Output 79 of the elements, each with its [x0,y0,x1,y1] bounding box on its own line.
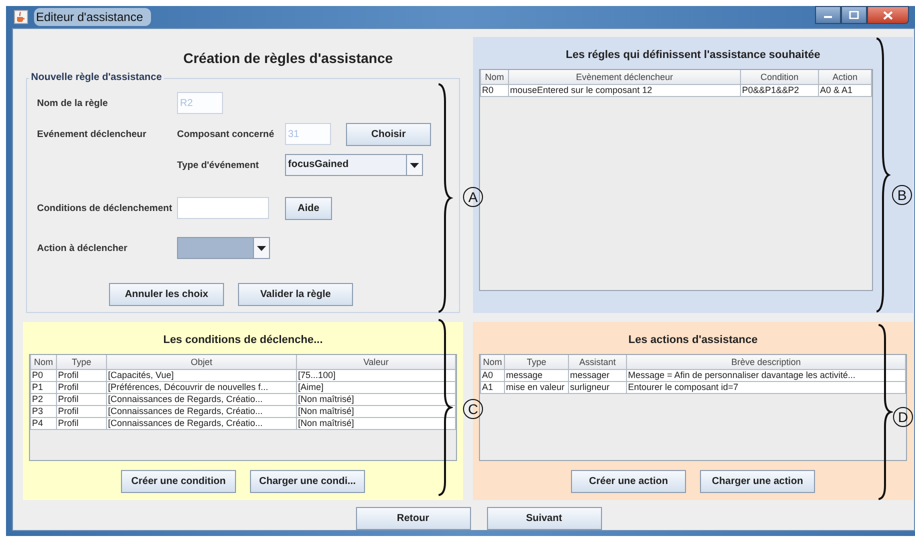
table-cell: P3 [30,406,56,418]
window-title: Editeur d'assistance [34,8,152,26]
table-cell: [Connaissances de Regards, Créatio... [106,394,296,406]
column-header[interactable]: Type [56,355,106,370]
annotation-letter: D [893,407,913,427]
load-condition-button[interactable]: Charger une condi... [250,470,365,493]
field-label: Conditions de déclenchement [37,202,174,214]
table-cell: [Non maîtrisé] [296,418,456,430]
annotation-letter: B [892,185,912,205]
table-cell: A0 & A1 [818,84,872,96]
load-action-button[interactable]: Charger une action [700,470,815,493]
field-label: Action à déclencher [37,242,128,254]
table-cell: A0 [480,370,504,382]
column-header[interactable]: Brève description [626,355,906,370]
maximize-button[interactable] [841,6,867,24]
field-label: Nom de la règle [37,98,109,108]
table-cell: P2 [30,394,56,406]
table-cell: messager [568,370,626,382]
caret-icon [410,162,419,168]
table-cell: Entourer le composant id=7 [626,382,906,394]
table-cell: Profil [56,370,106,382]
column-header[interactable]: Valeur [296,355,456,370]
table-cell: message [504,370,568,382]
column-header[interactable]: Type [504,355,568,370]
group-label: Nouvelle règle d'assistance [29,72,164,83]
table-cell: Message = Afin de personnaliser davantage les activité... [626,370,906,382]
column-header[interactable]: Nom [480,70,508,84]
maximize-icon [849,11,859,19]
table-cell: [Aime] [296,382,456,394]
column-header[interactable]: Condition [740,70,818,84]
cup-icon [14,10,28,24]
table-cell: mise en valeur [504,382,568,394]
field-label: Composant concerné [177,128,276,140]
table-cell: [Capacités, Vue] [106,370,296,382]
minimize-button[interactable] [815,6,841,24]
table-cell: mouseEntered sur le composant 12 [508,84,740,96]
conditions-field[interactable] [177,197,269,219]
field-label: Evénement déclencheur [37,128,148,140]
table-cell: surligneur [568,382,626,394]
table-cell: P0 [30,370,56,382]
create-action-button[interactable]: Créer une action [571,470,686,493]
column-header[interactable]: Action [818,70,872,84]
caret-icon [257,246,266,250]
table-cell: R0 [480,84,508,96]
table-cell: Profil [56,382,106,394]
table-cell: Profil [56,406,106,418]
action-dropdown[interactable] [177,237,270,259]
table-cell: [75...100] [296,370,456,382]
panel-title: Les actions d'assistance [628,334,758,346]
table-cell: Profil [56,418,106,430]
table-cell: P4 [30,418,56,430]
create-condition-button[interactable]: Créer une condition [121,470,236,493]
column-header[interactable]: Assistant [568,355,626,370]
table-cell: [Connaissances de Regards, Créatio... [106,418,296,430]
column-header[interactable]: Objet [106,355,296,370]
back-button[interactable]: Retour [356,507,470,530]
table-cell: Profil [56,394,106,406]
help-button[interactable]: Aide [285,196,332,220]
cancel-button[interactable]: Annuler les choix [109,283,224,306]
column-header[interactable]: Nom [30,355,56,370]
validate-button[interactable]: Valider la règle [238,283,353,306]
table-cell: P1 [30,382,56,394]
form-title: Création de règles d'assistance [183,50,393,66]
next-button[interactable]: Suivant [486,507,602,530]
table-cell: [Non maîtrisé] [296,406,456,418]
event-type-dropdown[interactable]: focusGained [285,154,423,176]
table-cell: [Non maîtrisé] [296,394,456,406]
table-cell: [Connaissances de Regards, Créatio... [106,406,296,418]
column-header[interactable]: Nom [480,355,504,370]
close-icon [883,10,893,20]
table-cell: P0&&P1&&P2 [740,84,818,96]
table-cell: A1 [480,382,504,394]
table-cell: [Préférences, Découvrir de nouvelles f... [106,382,296,394]
panel-title: Les régles qui définissent l'assistance souhaitée [566,49,820,61]
panel-title: Les conditions de déclenche... [163,334,323,346]
choose-button[interactable]: Choisir [346,122,431,146]
column-header[interactable]: Evènement déclencheur [508,70,740,84]
field-label: Type d'événement [177,160,260,170]
close-button[interactable] [867,6,909,24]
